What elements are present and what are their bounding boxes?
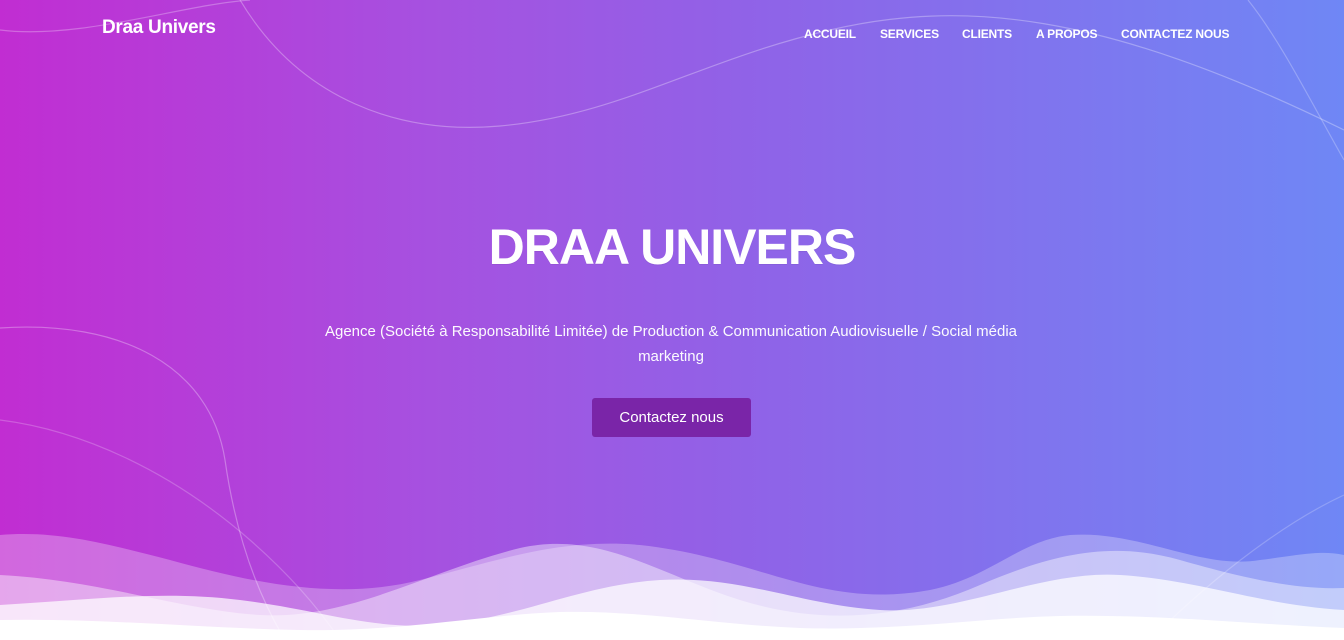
nav-item-accueil[interactable]: ACCUEIL [804, 27, 856, 41]
nav-item-services[interactable]: SERVICES [880, 27, 939, 41]
nav-item-clients[interactable]: CLIENTS [962, 27, 1012, 41]
contact-button[interactable]: Contactez nous [592, 398, 751, 437]
nav-item-a-propos[interactable]: A PROPOS [1036, 27, 1098, 41]
hero-title: DRAA UNIVERS [488, 219, 857, 275]
nav-item-contactez-nous[interactable]: CONTACTEZ NOUS [1121, 27, 1230, 41]
hero-section: Draa Univers ACCUEIL SERVICES CLIENTS A … [0, 0, 1344, 640]
brand-logo-text[interactable]: Draa Univers [102, 17, 216, 39]
bottom-wave-decoration [0, 534, 1344, 640]
hero-subtitle: Agence (Société à Responsabilité Limitée… [324, 323, 1018, 365]
